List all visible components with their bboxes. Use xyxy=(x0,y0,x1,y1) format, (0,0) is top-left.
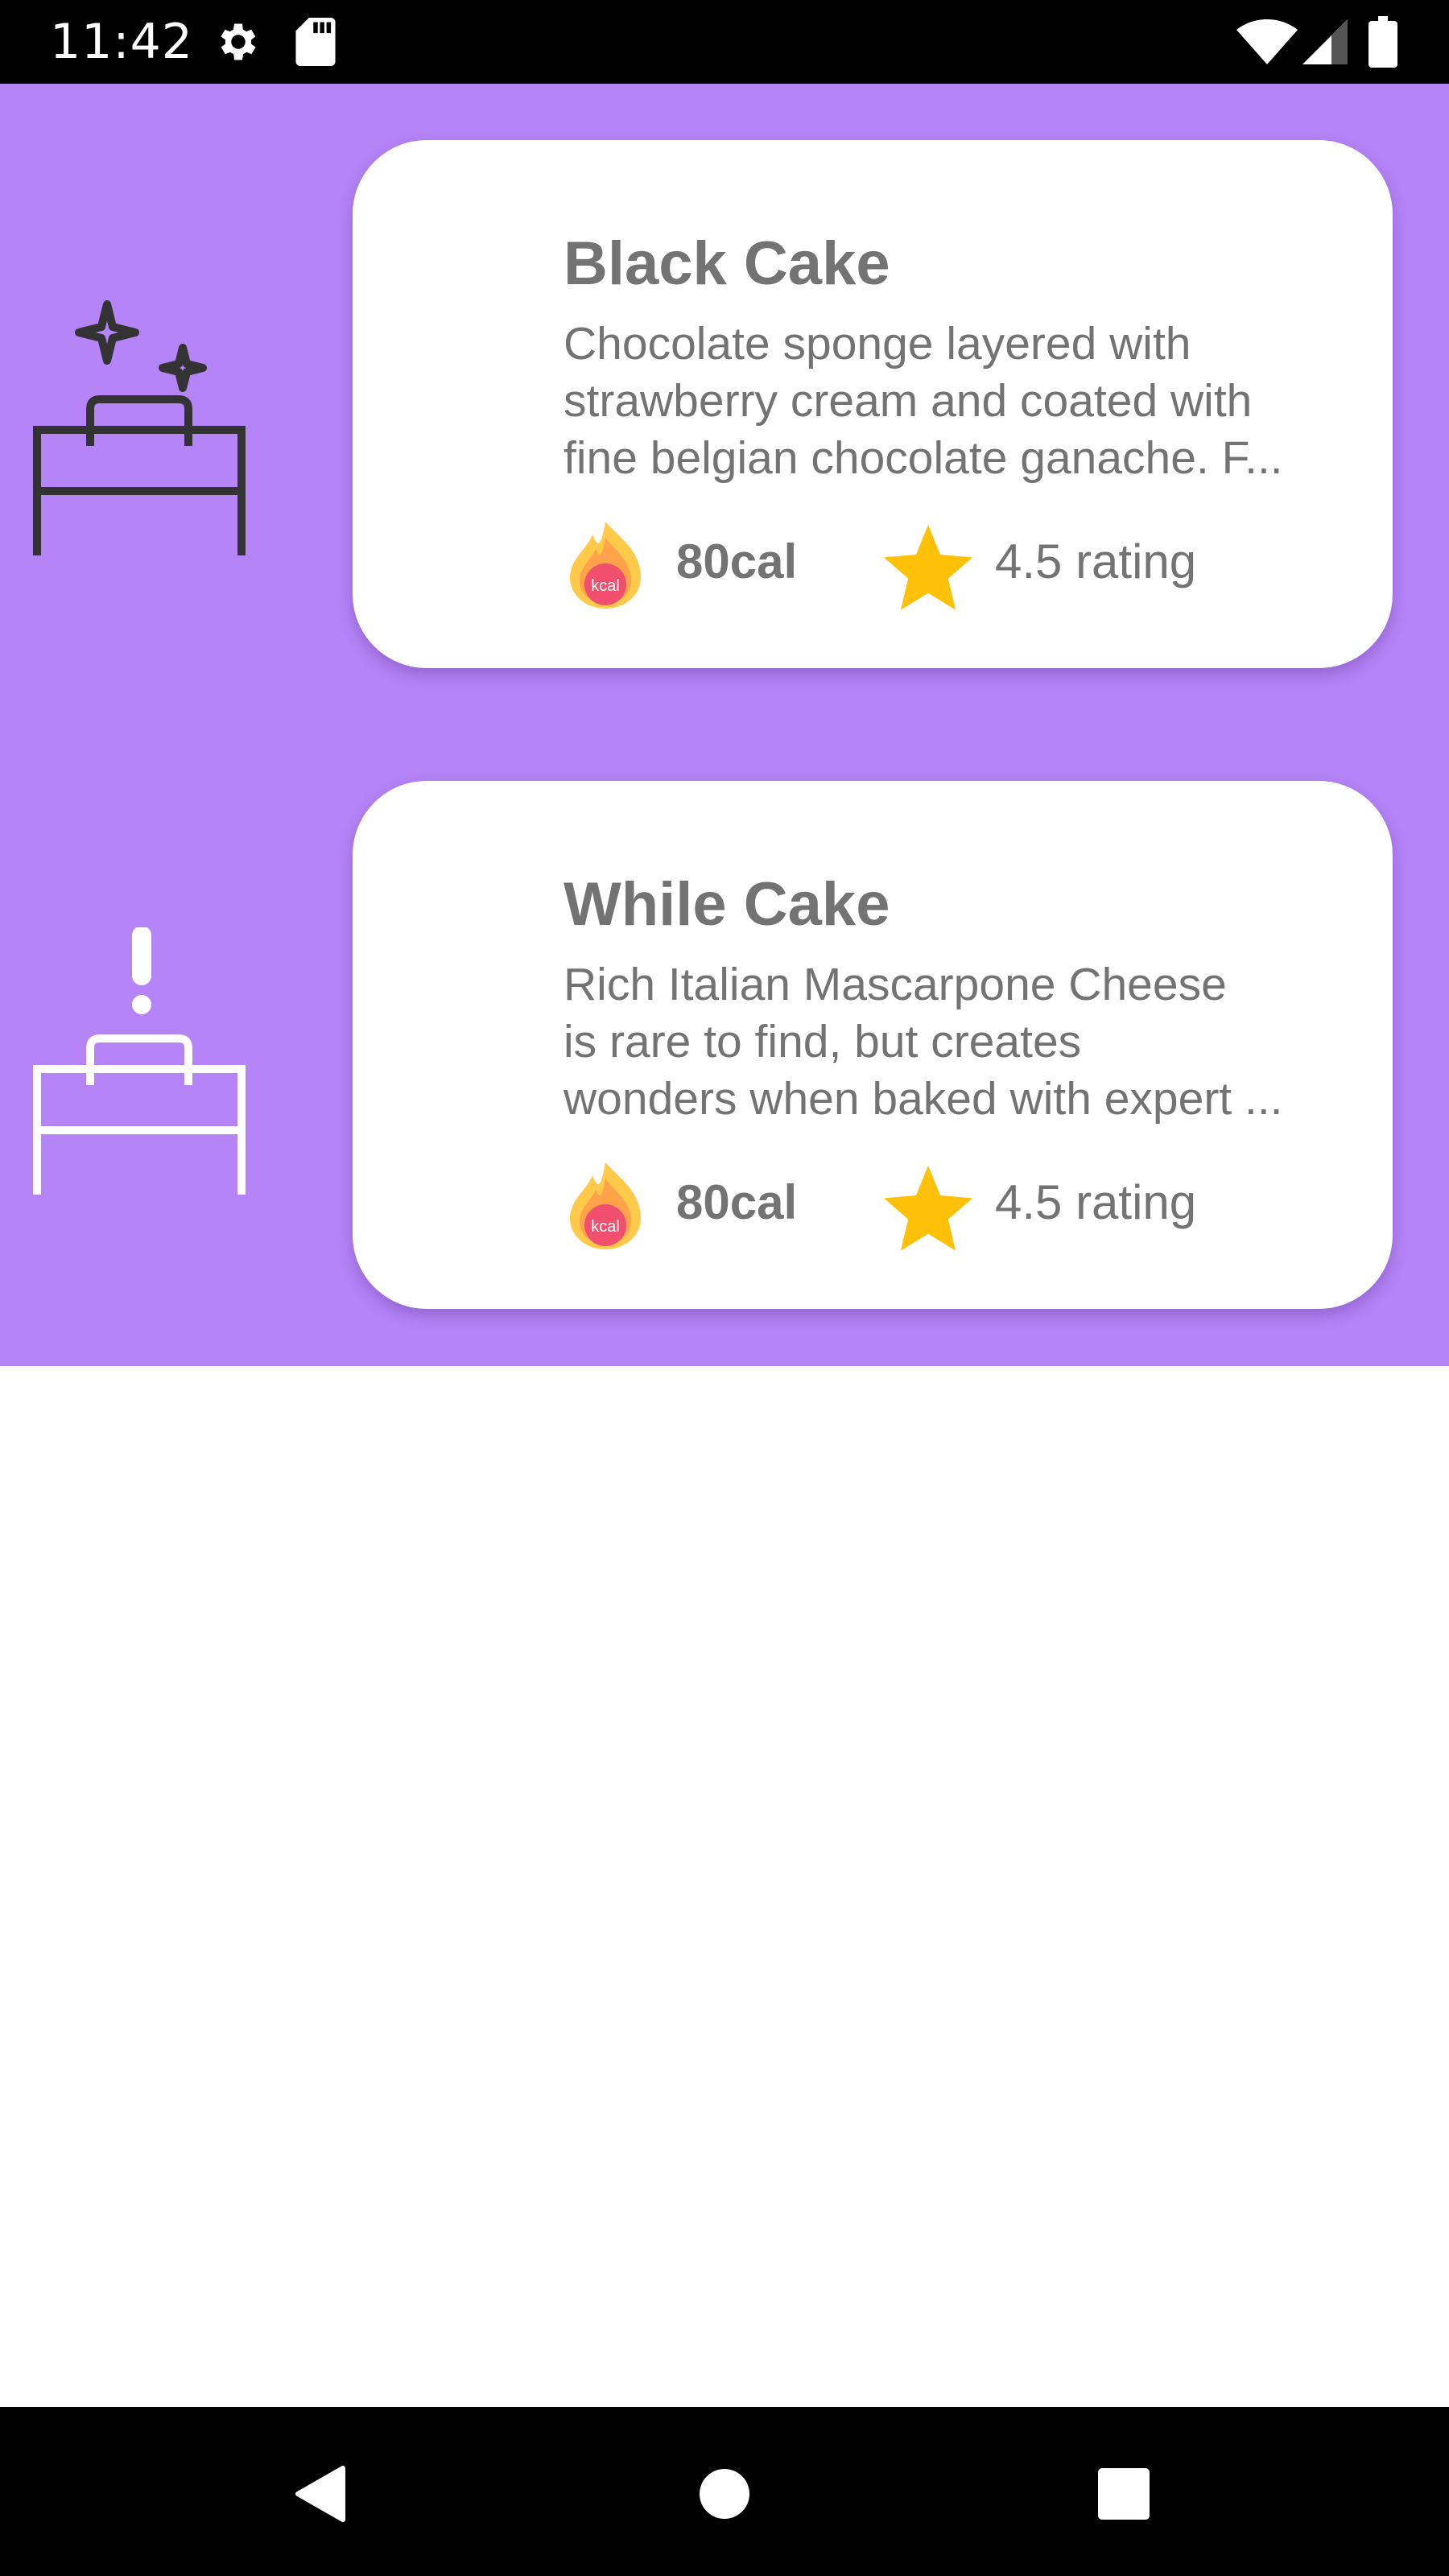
cake-card[interactable]: Black Cake Chocolate sponge layered with… xyxy=(353,140,1393,668)
signal-icon xyxy=(1302,19,1348,64)
battery-icon xyxy=(1368,16,1397,68)
rating-value: 4.5 rating xyxy=(995,1175,1197,1229)
system-nav-bar xyxy=(0,2407,1449,2576)
kcal-flame-icon: kcal xyxy=(570,522,641,609)
cake-title: Black Cake xyxy=(564,229,890,298)
cake-title: While Cake xyxy=(564,870,890,939)
cake-description: Rich Italian Mascarpone Cheese is rare t… xyxy=(564,956,1336,1128)
description-line: is rare to find, but creates xyxy=(564,1016,1082,1067)
rating-value: 4.5 rating xyxy=(995,535,1197,588)
recents-icon[interactable] xyxy=(1075,2446,1172,2542)
status-time: 11:42 xyxy=(50,14,193,70)
kcal-flame-icon: kcal xyxy=(570,1162,641,1249)
status-bar: 11:42 xyxy=(0,0,1449,84)
svg-text:kcal: kcal xyxy=(591,1218,620,1236)
cake-description: Chocolate sponge layered with strawberry… xyxy=(564,316,1336,487)
calories-value: 80cal xyxy=(676,1175,798,1229)
svg-text:kcal: kcal xyxy=(591,577,620,595)
description-line: Chocolate sponge layered with xyxy=(564,318,1191,369)
description-line: Rich Italian Mascarpone Cheese xyxy=(564,959,1227,1010)
clean-bed-sparkles-icon xyxy=(33,300,246,555)
back-icon[interactable] xyxy=(274,2446,370,2542)
list-item[interactable]: While Cake Rich Italian Mascarpone Chees… xyxy=(0,781,1449,1312)
sd-card-icon xyxy=(295,18,336,66)
star-icon xyxy=(883,525,973,610)
wifi-icon xyxy=(1236,19,1298,64)
star-icon xyxy=(883,1166,973,1251)
description-line: fine belgian chocolate ganache. F... xyxy=(564,432,1283,484)
settings-gear-icon xyxy=(221,23,256,60)
description-line: strawberry cream and coated with xyxy=(564,375,1253,427)
home-icon[interactable] xyxy=(676,2446,773,2542)
calories-value: 80cal xyxy=(676,535,798,588)
bed-alert-icon xyxy=(33,927,246,1195)
cake-list: Black Cake Chocolate sponge layered with… xyxy=(0,84,1449,1366)
description-line: wonders when baked with expert ... xyxy=(564,1073,1283,1125)
cake-card[interactable]: While Cake Rich Italian Mascarpone Chees… xyxy=(353,781,1393,1309)
list-item[interactable]: Black Cake Chocolate sponge layered with… xyxy=(0,140,1449,671)
